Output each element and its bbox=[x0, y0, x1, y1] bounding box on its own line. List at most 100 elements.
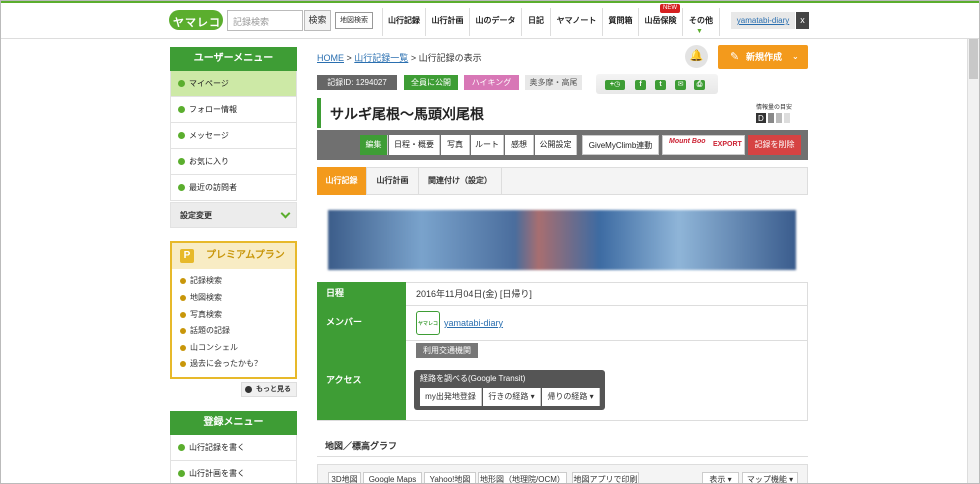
breadcrumb-current: 山行記録の表示 bbox=[418, 53, 482, 63]
pencil-icon: ✎ bbox=[730, 51, 740, 63]
premium-item-label: 写真検索 bbox=[190, 310, 222, 319]
edit-route-button[interactable]: ルート bbox=[471, 135, 504, 155]
premium-item-label: 地図検索 bbox=[190, 293, 222, 302]
premium-item-concierge[interactable]: 山コンシェル bbox=[180, 342, 238, 354]
map-section-title: 地図／標高グラフ bbox=[325, 441, 398, 451]
tab-record[interactable]: 山行記録 bbox=[317, 167, 367, 195]
info-level-gauge: D bbox=[756, 113, 790, 123]
premium-item-photo-search[interactable]: 写真検索 bbox=[180, 309, 222, 321]
cover-photo[interactable] bbox=[328, 210, 796, 270]
avatar[interactable]: ヤマレコ bbox=[416, 311, 440, 335]
bullet-icon bbox=[180, 361, 186, 367]
sidebar-item-write-record[interactable]: 山行記録を書く bbox=[170, 435, 297, 461]
chevron-down-icon: ▼ bbox=[696, 28, 703, 35]
display-label: 表示 bbox=[709, 475, 726, 484]
new-badge: NEW bbox=[660, 4, 680, 13]
bullet-icon bbox=[178, 184, 185, 191]
nav-records[interactable]: 山行記録 bbox=[382, 8, 425, 36]
scrollbar-thumb[interactable] bbox=[969, 39, 978, 79]
bullet-icon bbox=[178, 106, 185, 113]
map-functions-dropdown[interactable]: マップ機能 ▾ bbox=[742, 472, 798, 484]
return-label: 帰りの経路 bbox=[547, 392, 588, 401]
map-tab-terrain[interactable]: 地形図（地理院/OCM） bbox=[478, 472, 567, 483]
scrollbar[interactable] bbox=[967, 39, 979, 483]
return-route-button[interactable]: 帰りの経路 ▾ bbox=[542, 388, 600, 406]
mountbook-export-button[interactable]: Mount Boo EXPORT bbox=[662, 135, 745, 155]
member-label: メンバー bbox=[317, 305, 406, 340]
map-tab-print[interactable]: 地図アプリで印刷 bbox=[572, 472, 639, 483]
print-icon[interactable]: ⎙ bbox=[694, 80, 705, 90]
premium-item-met[interactable]: 過去に会ったかも？ bbox=[180, 358, 262, 370]
add-clock-icon[interactable]: +◷ bbox=[605, 80, 625, 90]
edit-schedule-button[interactable]: 日程・概要 bbox=[389, 135, 440, 155]
site-logo[interactable]: ヤマレコ bbox=[169, 10, 223, 30]
page-title: サルギ尾根～馬頭刈尾根 bbox=[330, 106, 484, 122]
givemyclimb-button[interactable]: GiveMyClimb連動 bbox=[582, 135, 659, 155]
username-link[interactable]: yamatabi-diary bbox=[731, 12, 795, 29]
breadcrumb-home[interactable]: HOME bbox=[317, 53, 344, 63]
more-label: もっと見る bbox=[256, 386, 291, 393]
chevron-down-icon: ⌄ bbox=[792, 52, 799, 61]
search-input[interactable]: 記録検索 bbox=[227, 10, 303, 31]
more-button[interactable]: もっと見る bbox=[241, 382, 297, 397]
settings-toggle[interactable]: 設定変更 bbox=[170, 202, 297, 228]
search-button[interactable]: 検索 bbox=[304, 10, 331, 31]
map-functions-label: マップ機能 bbox=[746, 475, 787, 484]
breadcrumb-separator: > bbox=[410, 53, 417, 63]
premium-item-topic[interactable]: 話題の記録 bbox=[180, 325, 230, 337]
bullet-icon bbox=[178, 470, 185, 477]
tab-associate[interactable]: 関連付け（設定） bbox=[419, 167, 502, 195]
caret-down-icon: ▾ bbox=[789, 475, 794, 484]
close-icon[interactable]: x bbox=[796, 12, 809, 29]
tab-plan[interactable]: 山行計画 bbox=[367, 167, 419, 195]
outbound-route-button[interactable]: 行きの経路 ▾ bbox=[483, 388, 541, 406]
bullet-icon bbox=[180, 278, 186, 284]
sidebar-item-favorites[interactable]: お気に入り bbox=[170, 149, 297, 175]
sidebar-item-label: メッセージ bbox=[189, 131, 229, 140]
map-display-dropdown[interactable]: 表示 ▾ bbox=[702, 472, 739, 484]
mail-icon[interactable]: ✉ bbox=[675, 80, 686, 90]
export-label: EXPORT bbox=[713, 141, 742, 148]
twitter-icon[interactable]: t bbox=[655, 80, 666, 90]
map-tab-3d[interactable]: 3D地図 bbox=[328, 472, 361, 483]
map-search-button[interactable]: 地図検索 bbox=[335, 12, 373, 29]
premium-icon: P bbox=[180, 249, 194, 263]
new-post-button[interactable]: ✎ 新規作成 ⌄ bbox=[718, 45, 808, 69]
facebook-icon[interactable]: f bbox=[635, 80, 646, 90]
map-tab-yahoo[interactable]: Yahoo!地図 bbox=[424, 472, 476, 483]
premium-item-label: 過去に会ったかも？ bbox=[190, 359, 262, 368]
nav-plans[interactable]: 山行計画 bbox=[425, 8, 469, 36]
map-tab-google[interactable]: Google Maps bbox=[363, 472, 422, 483]
user-menu-title: ユーザーメニュー bbox=[170, 47, 297, 71]
premium-item-record-search[interactable]: 記録検索 bbox=[180, 275, 222, 287]
nav-yamanote[interactable]: ヤマノート bbox=[550, 8, 602, 36]
access-label: アクセス bbox=[317, 340, 406, 420]
member-link[interactable]: yamatabi-diary bbox=[444, 318, 503, 328]
delete-record-button[interactable]: 記録を削除 bbox=[748, 135, 801, 155]
departure-register-button[interactable]: my出発地登録 bbox=[420, 388, 482, 406]
sidebar-item-mypage[interactable]: マイページ bbox=[170, 71, 297, 97]
breadcrumb-separator: > bbox=[346, 53, 352, 63]
nav-questions[interactable]: 質問箱 bbox=[602, 8, 638, 36]
nav-mountain-data[interactable]: 山のデータ bbox=[469, 8, 521, 36]
bell-icon[interactable]: 🔔 bbox=[685, 45, 708, 68]
edit-impression-button[interactable]: 感想 bbox=[505, 135, 534, 155]
bullet-icon bbox=[178, 444, 185, 451]
edit-visibility-button[interactable]: 公開設定 bbox=[535, 135, 577, 155]
premium-item-map-search[interactable]: 地図検索 bbox=[180, 292, 222, 304]
caret-down-icon: ▾ bbox=[727, 475, 732, 484]
bullet-icon bbox=[178, 132, 185, 139]
breadcrumb-list[interactable]: 山行記録一覧 bbox=[354, 53, 408, 63]
category-tag: ハイキング bbox=[464, 75, 519, 90]
sidebar-item-follow[interactable]: フォロー情報 bbox=[170, 97, 297, 123]
new-post-label: 新規作成 bbox=[746, 52, 783, 62]
edit-button[interactable]: 編集 bbox=[360, 135, 388, 155]
outbound-label: 行きの経路 bbox=[488, 392, 529, 401]
edit-photo-button[interactable]: 写真 bbox=[441, 135, 470, 155]
sidebar-item-write-plan[interactable]: 山行計画を書く bbox=[170, 461, 297, 483]
sidebar-item-message[interactable]: メッセージ bbox=[170, 123, 297, 149]
table-bottom-border bbox=[317, 420, 808, 421]
nav-diary[interactable]: 日記 bbox=[521, 8, 550, 36]
info-level-value: D bbox=[758, 114, 764, 123]
sidebar-item-visitors[interactable]: 最近の訪問者 bbox=[170, 175, 297, 201]
